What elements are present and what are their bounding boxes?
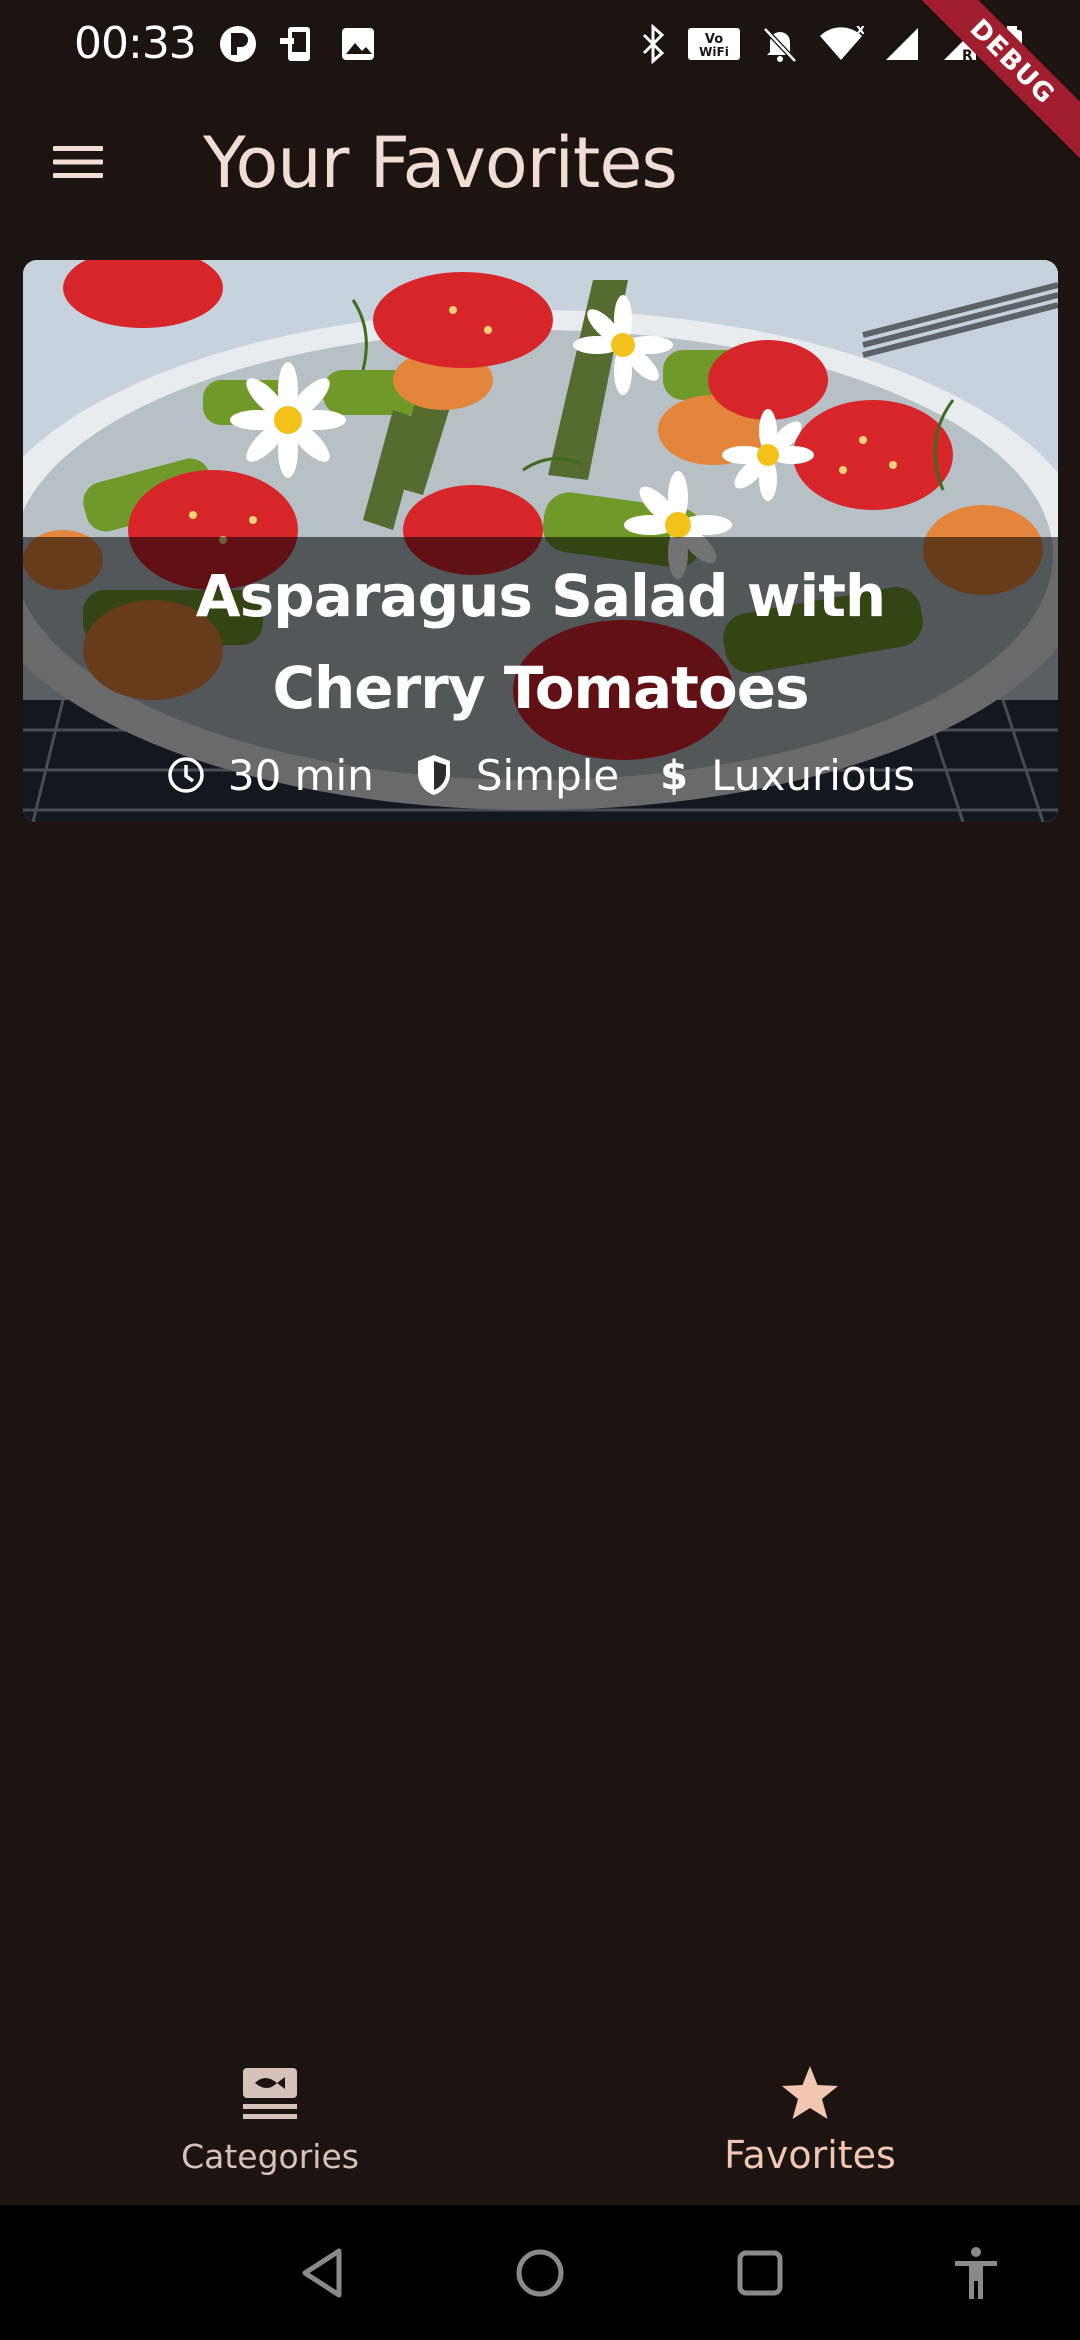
meal-traits: 30 min Simple $ Luxurious	[23, 740, 1058, 810]
image-icon	[338, 24, 378, 64]
svg-text:x: x	[856, 24, 864, 38]
shield-icon	[414, 753, 454, 797]
menu-icon	[51, 142, 105, 187]
bottom-navigation: Categories Favorites	[0, 2040, 1080, 2205]
svg-text:$: $	[660, 753, 688, 797]
status-left-icons	[218, 24, 378, 64]
nav-item-favorites[interactable]: Favorites	[540, 2040, 1080, 2205]
trait-complexity: Simple	[414, 751, 619, 800]
signal-icon	[882, 24, 922, 64]
meal-card[interactable]: Asparagus Salad with Cherry Tomatoes 30 …	[23, 260, 1058, 822]
vowifi-icon: Vo WiFi	[686, 24, 742, 64]
wifi-icon: x	[818, 24, 864, 64]
trait-affordability: $ Luxurious	[659, 751, 915, 800]
nav-label-categories: Categories	[181, 2137, 359, 2176]
set-meal-icon	[241, 2066, 299, 2127]
favorites-screen: 00:33 Vo WiFi x R DEBUG Your Favorites A…	[0, 0, 1080, 2340]
phone-download-icon	[278, 24, 318, 64]
trait-complexity-text: Simple	[475, 750, 620, 800]
status-bar: 00:33 Vo WiFi x R DEBUG	[0, 0, 1080, 169]
accessibility-icon	[951, 2245, 1001, 2306]
back-icon	[297, 2246, 347, 2305]
status-time: 00:33	[74, 18, 197, 69]
app-bar: Your Favorites	[0, 96, 1080, 226]
nav-label-favorites: Favorites	[724, 2133, 896, 2177]
schedule-icon	[166, 755, 206, 795]
system-navigation-bar	[0, 2205, 1080, 2340]
bluetooth-icon	[638, 24, 668, 64]
star-icon	[780, 2064, 840, 2127]
system-home-button[interactable]	[500, 2235, 580, 2315]
system-accessibility-button[interactable]	[936, 2235, 1016, 2315]
trait-duration-text: 30 min	[227, 750, 374, 800]
meal-title: Asparagus Salad with Cherry Tomatoes	[195, 562, 886, 722]
bell-off-icon	[760, 24, 800, 64]
attach-money-icon: $	[659, 753, 689, 797]
page-title: Your Favorites	[203, 122, 678, 204]
system-back-button[interactable]	[282, 2235, 362, 2315]
trait-affordability-text: Luxurious	[711, 750, 916, 800]
svg-text:WiFi: WiFi	[699, 45, 729, 59]
menu-button[interactable]	[32, 118, 124, 210]
trait-duration: 30 min	[166, 751, 374, 800]
recents-icon	[735, 2248, 785, 2303]
system-recents-button[interactable]	[720, 2235, 800, 2315]
dnd-app-icon	[218, 24, 258, 64]
home-icon	[514, 2247, 566, 2304]
nav-item-categories[interactable]: Categories	[0, 2040, 540, 2205]
